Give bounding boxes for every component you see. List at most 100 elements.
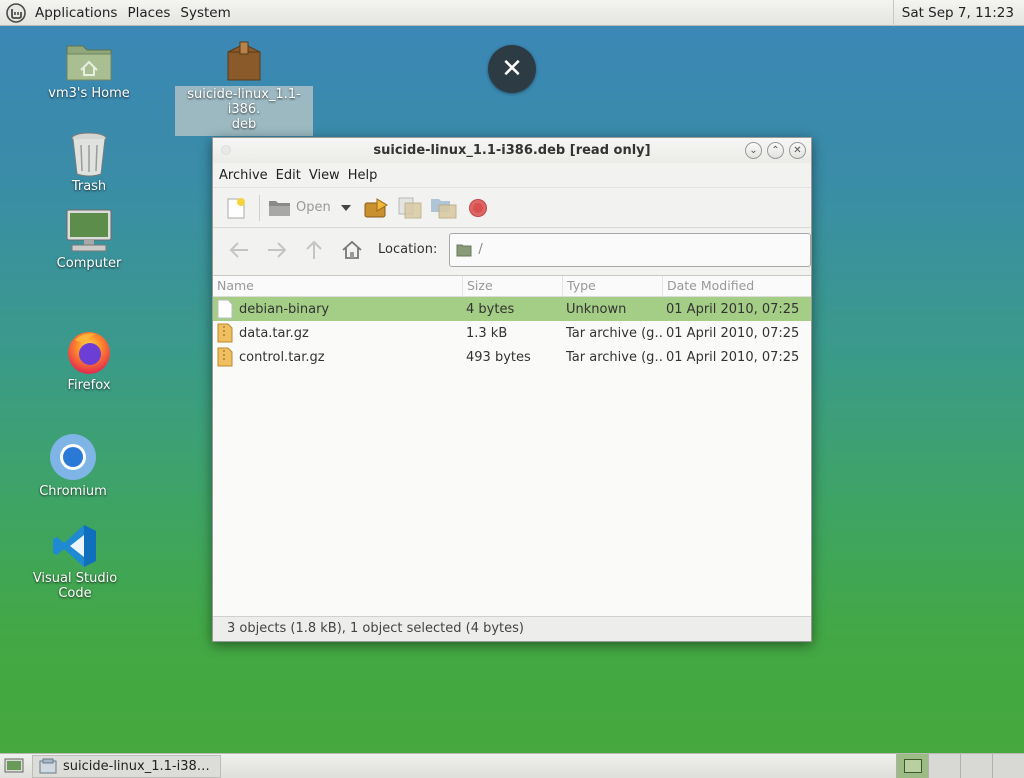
desktop-icon-label: Trash	[71, 179, 107, 194]
window-menu-icon[interactable]	[221, 145, 231, 155]
menu-archive[interactable]: Archive	[215, 168, 272, 183]
window-menubar: Archive Edit View Help	[213, 163, 811, 187]
cell-type: Tar archive (g…	[566, 349, 663, 365]
window-titlebar[interactable]: suicide-linux_1.1-i386.deb [read only] ⌄…	[213, 138, 811, 163]
workspace-4[interactable]	[992, 753, 1024, 778]
show-desktop-icon[interactable]	[4, 757, 24, 775]
file-name: control.tar.gz	[239, 349, 325, 365]
maximize-button[interactable]: ⌃	[767, 142, 784, 159]
desktop-icon-label: Firefox	[67, 378, 111, 393]
new-archive-button[interactable]	[221, 193, 251, 223]
vscode-icon	[53, 525, 96, 567]
file-name: debian-binary	[239, 301, 330, 317]
computer-icon	[66, 209, 112, 252]
arrow-up-icon	[306, 240, 323, 259]
cell-name: debian-binary	[213, 299, 463, 319]
add-files-button[interactable]	[395, 193, 425, 223]
location-input[interactable]: /	[449, 232, 811, 267]
extract-button[interactable]	[361, 193, 391, 223]
table-row[interactable]: data.tar.gz 1.3 kB Tar archive (g… 01 Ap…	[213, 321, 811, 345]
workspace-1[interactable]	[896, 753, 928, 778]
stop-button[interactable]	[463, 193, 493, 223]
deb-label-line1: suicide-linux_1.1-i386.	[187, 87, 301, 117]
column-header-type[interactable]: Type	[563, 276, 663, 296]
back-button[interactable]	[221, 235, 257, 265]
stop-icon	[468, 198, 487, 217]
archive-file-icon	[217, 347, 233, 367]
column-header-name[interactable]: Name	[213, 276, 463, 296]
places-menu[interactable]: Places	[122, 5, 175, 21]
up-button[interactable]	[297, 235, 333, 265]
cell-date: 01 April 2010, 07:25	[666, 349, 800, 365]
location-bar: Location: /	[213, 227, 811, 271]
desktop-icon-firefox[interactable]: Firefox	[44, 328, 134, 393]
home-icon	[342, 240, 362, 259]
desktop-icon-home[interactable]: vm3's Home	[44, 40, 134, 101]
home-folder-icon	[66, 45, 112, 81]
location-label: Location:	[378, 242, 438, 257]
applications-menu[interactable]: Applications	[30, 5, 122, 21]
arrow-right-icon	[267, 241, 287, 258]
add-folder-button[interactable]	[429, 193, 459, 223]
archive-manager-window: suicide-linux_1.1-i386.deb [read only] ⌄…	[212, 137, 812, 642]
toolbar-separator	[259, 194, 260, 221]
desktop-icon-label: Chromium	[39, 484, 107, 499]
archive-manager-icon	[39, 758, 57, 774]
workspace-window-thumbnail	[903, 759, 922, 773]
arrow-left-icon	[229, 241, 248, 258]
home-button[interactable]	[334, 235, 370, 265]
desktop-icon-label: Visual Studio Code	[32, 571, 118, 601]
desktop-icon-chromium[interactable]: Chromium	[28, 432, 118, 499]
mint-logo-icon[interactable]	[6, 2, 26, 23]
new-archive-icon	[227, 197, 245, 218]
workspace-3[interactable]	[960, 753, 992, 778]
cell-name: data.tar.gz	[213, 323, 463, 343]
desktop-icon-trash[interactable]: Trash	[44, 131, 134, 194]
table-row[interactable]: control.tar.gz 493 bytes Tar archive (g……	[213, 345, 811, 369]
table-row[interactable]: debian-binary 4 bytes Unknown 01 April 2…	[213, 297, 811, 321]
column-header-date[interactable]: Date Modified	[663, 276, 811, 296]
workspace-switcher	[896, 753, 1024, 778]
cell-date: 01 April 2010, 07:25	[666, 325, 800, 341]
trash-icon	[71, 132, 107, 177]
open-button[interactable]: Open	[268, 193, 331, 223]
add-files-icon	[398, 197, 422, 218]
toolbar: Open	[213, 187, 811, 227]
desktop-icon-computer[interactable]: Computer	[44, 208, 134, 271]
deb-label-line2: deb	[231, 117, 257, 132]
desktop-icon-label: suicide-linux_1.1-i386. deb	[175, 86, 313, 136]
close-icon: ✕	[501, 54, 523, 84]
clock[interactable]: Sat Sep 7, 11:23	[892, 0, 1024, 26]
package-icon	[227, 41, 261, 81]
archive-file-icon	[217, 323, 233, 343]
folder-icon	[456, 244, 472, 256]
cell-name: control.tar.gz	[213, 347, 463, 367]
desktop-icon-vscode[interactable]: Visual Studio Code	[15, 523, 135, 601]
taskbar-window-label: suicide-linux_1.1-i38…	[63, 758, 210, 774]
chromium-icon	[50, 434, 96, 480]
open-dropdown-button[interactable]	[335, 193, 357, 223]
menu-help[interactable]: Help	[344, 168, 382, 183]
open-button-label: Open	[296, 200, 331, 215]
desktop-icon-label: vm3's Home	[48, 86, 130, 101]
cell-date: 01 April 2010, 07:25	[666, 301, 800, 317]
window-title: suicide-linux_1.1-i386.deb [read only]	[373, 143, 651, 158]
cell-type: Unknown	[566, 301, 627, 317]
menu-edit[interactable]: Edit	[272, 168, 305, 183]
cell-size: 493 bytes	[466, 349, 531, 365]
bottom-panel: suicide-linux_1.1-i38…	[0, 753, 1024, 778]
desktop-icon-deb-file[interactable]: suicide-linux_1.1-i386. deb	[175, 40, 313, 136]
chevron-down-icon	[340, 204, 351, 211]
file-list-header: Name Size Type Date Modified	[213, 276, 811, 297]
menu-view[interactable]: View	[305, 168, 344, 183]
taskbar-window-button[interactable]: suicide-linux_1.1-i38…	[32, 754, 221, 778]
workspace-2[interactable]	[928, 753, 960, 778]
system-menu[interactable]: System	[175, 5, 235, 21]
file-list: Name Size Type Date Modified debian-bina…	[213, 275, 811, 617]
column-header-size[interactable]: Size	[463, 276, 563, 296]
overlay-close-button[interactable]: ✕	[488, 45, 536, 93]
firefox-icon	[68, 332, 110, 374]
minimize-button[interactable]: ⌄	[745, 142, 762, 159]
forward-button[interactable]	[259, 235, 295, 265]
close-button[interactable]: ✕	[789, 142, 806, 159]
